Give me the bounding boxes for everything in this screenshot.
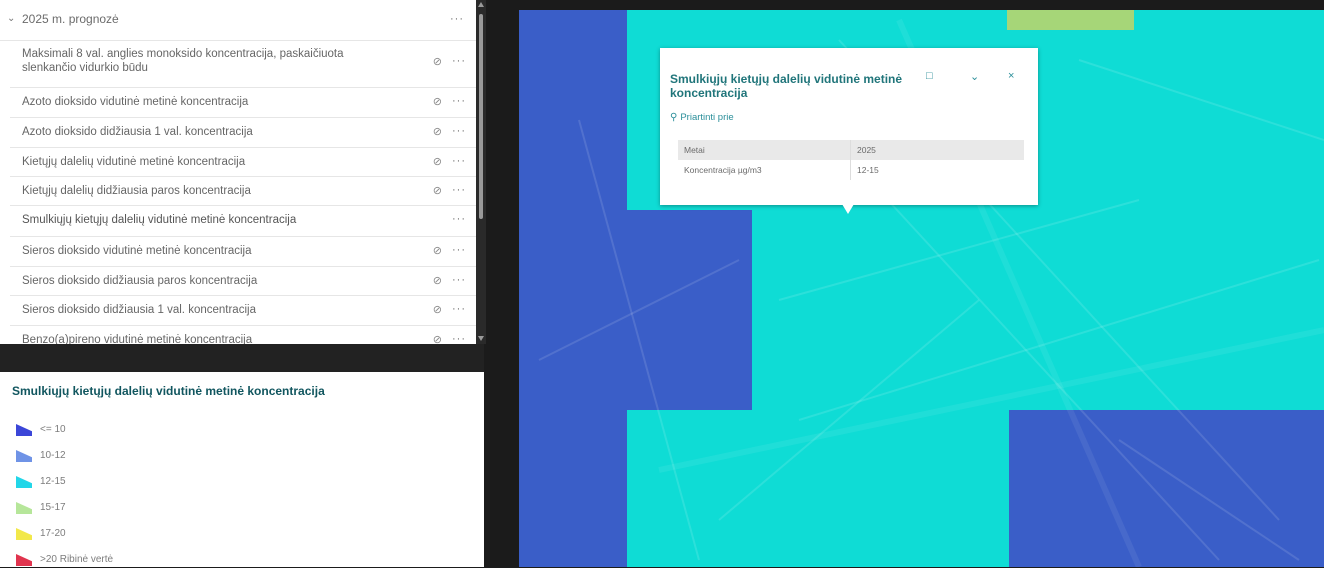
more-options-icon[interactable]: ··· bbox=[452, 155, 466, 167]
more-options-icon[interactable]: ··· bbox=[452, 184, 466, 196]
zoom-magnifier-icon: ⚲ bbox=[670, 112, 678, 123]
legend-swatch bbox=[16, 554, 32, 566]
visibility-off-icon[interactable]: ⊘ bbox=[433, 125, 442, 138]
layer-label: Sieros dioksido didžiausia 1 val. koncen… bbox=[22, 304, 256, 316]
map-cell-high[interactable] bbox=[1007, 10, 1134, 30]
layer-row[interactable]: Sieros dioksido didžiausia paros koncent… bbox=[10, 266, 476, 296]
visibility-off-icon[interactable]: ⊘ bbox=[433, 95, 442, 108]
layer-row[interactable]: Sieros dioksido didžiausia 1 val. koncen… bbox=[10, 295, 476, 326]
close-icon[interactable]: × bbox=[1008, 70, 1014, 82]
popup-field-value: 12-15 bbox=[857, 165, 879, 175]
layer-group-title: 2025 m. prognozė bbox=[22, 12, 119, 26]
chevron-down-icon[interactable]: ⌄ bbox=[970, 70, 979, 83]
legend-side-strip bbox=[484, 344, 519, 567]
layer-list-panel: ⌄ 2025 m. prognozė ··· Maksimali 8 val. … bbox=[0, 0, 476, 344]
layer-label: Benzo(a)pireno vidutinė metinė koncentra… bbox=[22, 334, 253, 344]
layer-row[interactable]: Kietųjų dalelių vidutinė metinė koncentr… bbox=[10, 147, 476, 177]
layer-row[interactable]: Kietųjų dalelių didžiausia paros koncent… bbox=[10, 176, 476, 206]
popup-field-key: Koncentracija µg/m3 bbox=[678, 160, 851, 180]
more-options-icon[interactable]: ··· bbox=[452, 95, 466, 107]
legend-label: 12-15 bbox=[40, 476, 66, 487]
layer-row[interactable]: Sieros dioksido vidutinė metinė koncentr… bbox=[10, 236, 476, 267]
more-options-icon[interactable]: ··· bbox=[452, 274, 466, 286]
legend-swatch bbox=[16, 424, 32, 436]
more-options-icon[interactable]: ··· bbox=[452, 303, 466, 315]
visibility-off-icon[interactable]: ⊘ bbox=[433, 244, 442, 257]
layer-label: Sieros dioksido vidutinė metinė koncentr… bbox=[22, 245, 252, 257]
layer-row[interactable]: Smulkiųjų kietųjų dalelių vidutinė metin… bbox=[10, 205, 476, 237]
layer-label: Azoto dioksido didžiausia 1 val. koncent… bbox=[22, 126, 253, 138]
map-cell-low-block[interactable] bbox=[519, 210, 752, 410]
layer-label: Azoto dioksido vidutinė metinė koncentra… bbox=[22, 96, 249, 108]
feature-popup: Smulkiųjų kietųjų dalelių vidutinė metin… bbox=[660, 48, 1038, 214]
map-cell-low-right[interactable] bbox=[1009, 410, 1324, 567]
popup-actions: □ ⌄ × bbox=[926, 70, 1026, 86]
legend-title: Smulkiųjų kietųjų dalelių vidutinė metin… bbox=[12, 384, 325, 398]
more-options-icon[interactable]: ··· bbox=[452, 244, 466, 256]
layer-group-header[interactable]: ⌄ 2025 m. prognozė ··· bbox=[0, 0, 476, 41]
legend-label: 10-12 bbox=[40, 450, 66, 461]
more-options-icon[interactable]: ··· bbox=[452, 333, 466, 344]
more-options-icon[interactable]: ··· bbox=[452, 125, 466, 137]
layer-row[interactable]: Azoto dioksido vidutinė metinė koncentra… bbox=[10, 87, 476, 118]
layer-label: Kietųjų dalelių didžiausia paros koncent… bbox=[22, 185, 251, 197]
dock-icon[interactable]: □ bbox=[926, 70, 933, 82]
legend-label: >20 Ribinė vertė bbox=[40, 554, 114, 565]
legend-panel: Smulkiųjų kietųjų dalelių vidutinė metin… bbox=[0, 372, 484, 567]
zoom-to-link[interactable]: ⚲ Priartinti prie bbox=[670, 112, 734, 123]
more-options-icon[interactable]: ··· bbox=[452, 213, 466, 225]
legend-swatch bbox=[16, 476, 32, 488]
layer-label: Smulkiųjų kietųjų dalelių vidutinė metin… bbox=[22, 214, 297, 226]
legend-label: 15-17 bbox=[40, 502, 66, 513]
map-top-edge bbox=[519, 0, 1324, 10]
zoom-to-label: Priartinti prie bbox=[680, 112, 734, 123]
visibility-off-icon[interactable]: ⊘ bbox=[433, 274, 442, 287]
scroll-down-arrow-icon[interactable] bbox=[478, 336, 484, 341]
layer-label: Kietųjų dalelių vidutinė metinė koncentr… bbox=[22, 156, 246, 168]
legend-swatch bbox=[16, 450, 32, 462]
scrollbar-thumb[interactable] bbox=[479, 14, 483, 219]
popup-field-row: Koncentracija µg/m3 12-15 bbox=[678, 160, 1024, 180]
popup-title: Smulkiųjų kietųjų dalelių vidutinė metin… bbox=[670, 72, 903, 100]
visibility-off-icon[interactable]: ⊘ bbox=[433, 184, 442, 197]
popup-field-row: Metai 2025 bbox=[678, 140, 1024, 160]
visibility-off-icon[interactable]: ⊘ bbox=[433, 303, 442, 316]
layer-label: Sieros dioksido didžiausia paros koncent… bbox=[22, 275, 258, 287]
layer-row[interactable]: Azoto dioksido didžiausia 1 val. koncent… bbox=[10, 117, 476, 148]
legend-label: <= 10 bbox=[40, 424, 66, 435]
more-options-icon[interactable]: ··· bbox=[450, 13, 464, 25]
panel-divider bbox=[0, 344, 486, 372]
more-options-icon[interactable]: ··· bbox=[452, 55, 466, 67]
visibility-off-icon[interactable]: ⊘ bbox=[433, 55, 442, 68]
visibility-off-icon[interactable]: ⊘ bbox=[433, 155, 442, 168]
legend-swatch bbox=[16, 502, 32, 514]
layer-row[interactable]: Benzo(a)pireno vidutinė metinė koncentra… bbox=[10, 325, 476, 344]
layer-label: Maksimali 8 val. anglies monoksido konce… bbox=[22, 48, 344, 74]
layer-row[interactable]: Maksimali 8 val. anglies monoksido konce… bbox=[10, 40, 476, 88]
popup-pointer bbox=[842, 204, 854, 214]
chevron-down-icon[interactable]: ⌄ bbox=[7, 13, 15, 24]
popup-field-value: 2025 bbox=[850, 140, 1024, 160]
popup-field-key: Metai bbox=[678, 140, 851, 160]
layer-list-scrollbar[interactable] bbox=[476, 0, 486, 344]
legend-swatch bbox=[16, 528, 32, 540]
popup-attribute-table: Metai 2025 Koncentracija µg/m3 12-15 bbox=[678, 140, 1024, 180]
legend-label: 17-20 bbox=[40, 528, 66, 539]
visibility-off-icon[interactable]: ⊘ bbox=[433, 333, 442, 344]
scroll-up-arrow-icon[interactable] bbox=[478, 2, 484, 7]
